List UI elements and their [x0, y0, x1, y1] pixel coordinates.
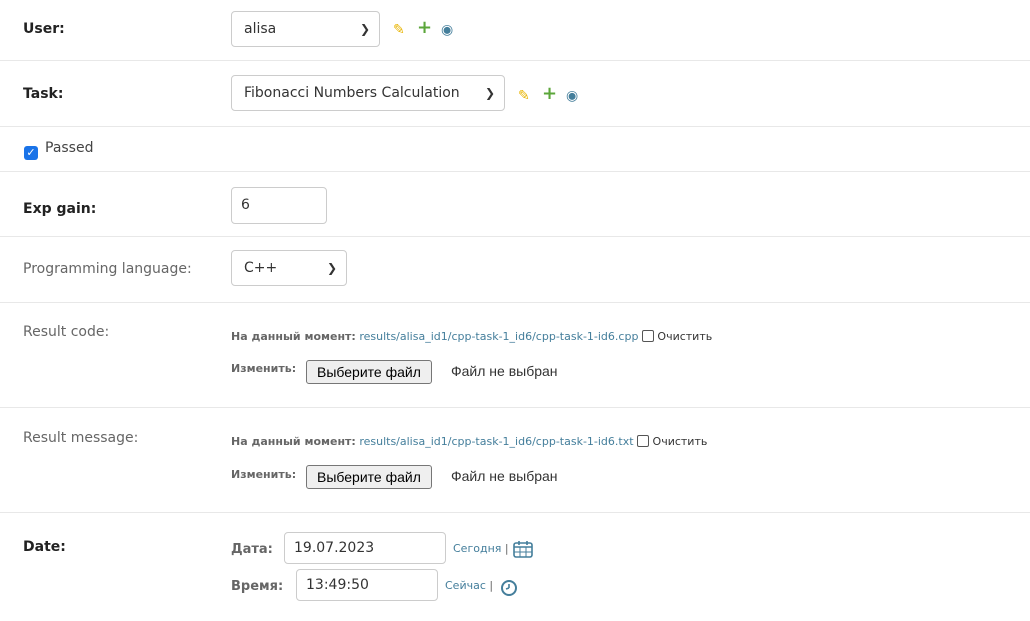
- chevron-down-icon: ❯: [326, 261, 337, 275]
- exp-gain-row: Exp gain: 6: [0, 171, 1030, 237]
- programming-language-label: Programming language:: [23, 261, 192, 277]
- user-select-value: alisa: [244, 21, 277, 37]
- now-link[interactable]: Сейчас: [445, 579, 486, 592]
- date-label: Date:: [23, 539, 66, 555]
- exp-gain-input[interactable]: 6: [231, 187, 327, 224]
- chevron-down-icon: ❯: [359, 22, 370, 36]
- result-code-current: На данный момент: results/alisa_id1/cpp-…: [231, 330, 712, 343]
- result-code-label: Result code:: [23, 324, 110, 340]
- clear-checkbox[interactable]: [641, 330, 654, 342]
- calendar-icon[interactable]: [513, 540, 533, 558]
- user-select[interactable]: alisa ❯: [231, 11, 380, 47]
- passed-row: ✓ Passed: [0, 126, 1030, 172]
- passed-checkbox[interactable]: ✓: [24, 146, 38, 160]
- eye-icon[interactable]: ◉: [441, 22, 453, 38]
- now-controls: Сейчас |: [445, 579, 494, 592]
- result-message-current: На данный момент: results/alisa_id1/cpp-…: [231, 435, 707, 448]
- chevron-down-icon: ❯: [484, 86, 495, 100]
- clear-checkbox[interactable]: [637, 435, 650, 447]
- current-label: На данный момент:: [231, 330, 356, 343]
- today-controls: Сегодня |: [453, 542, 509, 555]
- eye-icon[interactable]: ◉: [566, 88, 578, 104]
- date-input[interactable]: 19.07.2023: [284, 532, 446, 564]
- result-message-row: Result message: На данный момент: result…: [0, 407, 1030, 513]
- task-select[interactable]: Fibonacci Numbers Calculation ❯: [231, 75, 505, 111]
- clock-icon[interactable]: [500, 579, 518, 597]
- result-code-row: Result code: На данный момент: results/a…: [0, 302, 1030, 408]
- today-link[interactable]: Сегодня: [453, 542, 501, 555]
- exp-gain-label: Exp gain:: [23, 201, 97, 217]
- current-label: На данный момент:: [231, 435, 356, 448]
- result-message-file-link[interactable]: results/alisa_id1/cpp-task-1_id6/cpp-tas…: [359, 435, 633, 448]
- programming-language-row: Programming language: C++ ❯: [0, 236, 1030, 303]
- plus-icon[interactable]: +: [542, 85, 557, 103]
- plus-icon[interactable]: +: [417, 19, 432, 37]
- task-row: Task: Fibonacci Numbers Calculation ❯ ✎ …: [0, 60, 1030, 127]
- result-code-file-link[interactable]: results/alisa_id1/cpp-task-1_id6/cpp-tas…: [359, 330, 638, 343]
- passed-label: Passed: [45, 140, 94, 156]
- no-file-text: Файл не выбран: [451, 468, 558, 484]
- choose-file-button[interactable]: Выберите файл: [306, 465, 432, 489]
- task-select-value: Fibonacci Numbers Calculation: [244, 85, 460, 101]
- date-row: Date: Дата: 19.07.2023 Сегодня | Время: …: [0, 512, 1030, 621]
- pencil-icon[interactable]: ✎: [518, 88, 530, 104]
- user-label: User:: [23, 21, 65, 37]
- programming-language-select[interactable]: C++ ❯: [231, 250, 347, 286]
- date-sub-label: Дата:: [231, 542, 273, 557]
- pencil-icon[interactable]: ✎: [393, 22, 405, 38]
- result-message-label: Result message:: [23, 430, 139, 446]
- choose-file-button[interactable]: Выберите файл: [306, 360, 432, 384]
- programming-language-value: C++: [244, 260, 278, 276]
- task-label: Task:: [23, 86, 64, 102]
- clear-label: Очистить: [657, 330, 713, 343]
- user-row: User: alisa ❯ ✎ + ◉: [0, 0, 1030, 61]
- change-label: Изменить:: [231, 362, 297, 375]
- time-input[interactable]: 13:49:50: [296, 569, 438, 601]
- clear-label: Очистить: [652, 435, 708, 448]
- no-file-text: Файл не выбран: [451, 363, 558, 379]
- change-label: Изменить:: [231, 468, 297, 481]
- time-sub-label: Время:: [231, 579, 284, 594]
